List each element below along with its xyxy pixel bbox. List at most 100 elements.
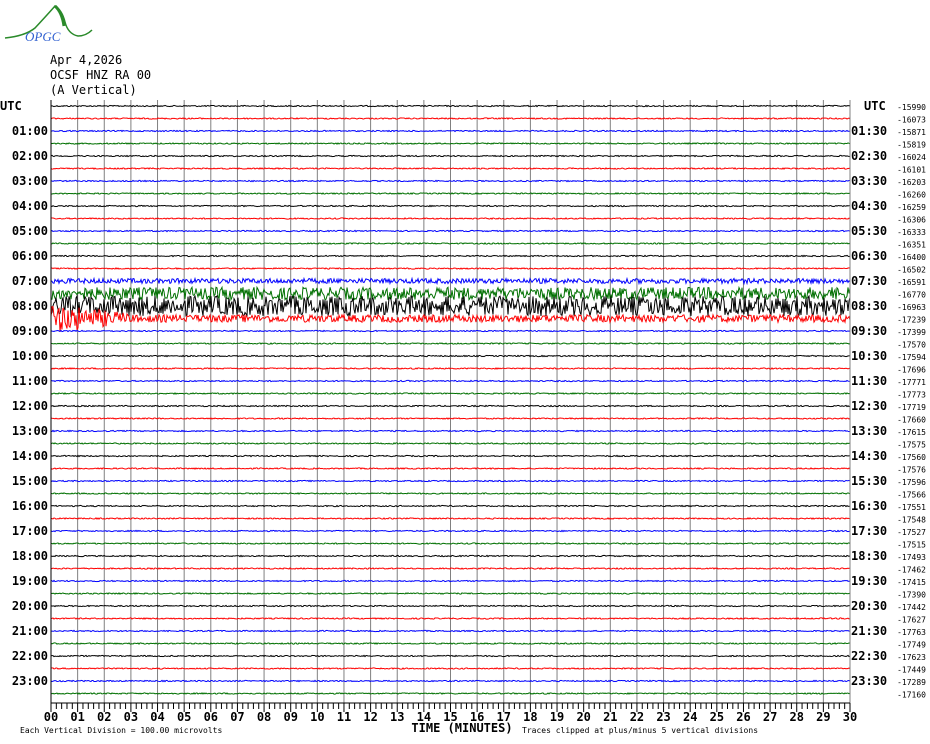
- right-time-label: 07:30: [851, 274, 887, 288]
- row-offset-label: -16073: [897, 116, 926, 125]
- row-offset-label: -17596: [897, 478, 926, 487]
- x-tick-label: 06: [204, 710, 218, 724]
- row-offset-label: -16400: [897, 253, 926, 262]
- left-time-label: 19:00: [12, 574, 48, 588]
- row-offset-label: -17548: [897, 516, 926, 525]
- left-time-label: 23:00: [12, 674, 48, 688]
- right-time-label: 23:30: [851, 674, 887, 688]
- x-tick-label: 22: [630, 710, 644, 724]
- trace-row-34: [50, 529, 851, 533]
- right-time-label: 16:30: [851, 499, 887, 513]
- trace-row-37: [50, 567, 851, 570]
- row-offset-label: -17289: [897, 678, 926, 687]
- row-offset-label: -17449: [897, 666, 926, 675]
- x-tick-label: 07: [230, 710, 244, 724]
- row-offset-label: -16333: [897, 228, 926, 237]
- row-offset-label: -17623: [897, 653, 926, 662]
- x-tick-label: 09: [283, 710, 297, 724]
- x-tick-label: 28: [790, 710, 804, 724]
- row-offset-label: -16024: [897, 153, 926, 162]
- row-offset-label: -17560: [897, 453, 926, 462]
- x-tick-label: 00: [44, 710, 58, 724]
- right-time-label: 06:30: [851, 249, 887, 263]
- right-time-label: 19:30: [851, 574, 887, 588]
- trace-row-5: [50, 167, 851, 170]
- left-time-label: 05:00: [12, 224, 48, 238]
- right-time-label: 04:30: [851, 199, 887, 213]
- x-tick-label: 12: [363, 710, 377, 724]
- x-tick-label: 08: [257, 710, 271, 724]
- right-time-label: 01:30: [851, 124, 887, 138]
- row-offset-label: -17696: [897, 366, 926, 375]
- right-time-label: 05:30: [851, 224, 887, 238]
- trace-row-22: [50, 379, 851, 383]
- row-offset-label: -17763: [897, 628, 926, 637]
- left-time-label: 16:00: [12, 499, 48, 513]
- x-tick-label: 19: [550, 710, 564, 724]
- right-time-label: 12:30: [851, 399, 887, 413]
- left-time-label: UTC: [0, 99, 22, 113]
- right-time-label: 18:30: [851, 549, 887, 563]
- left-time-label: 07:00: [12, 274, 48, 288]
- trace-row-1: [50, 117, 851, 121]
- left-time-label: 13:00: [12, 424, 48, 438]
- row-offset-label: -17239: [897, 316, 926, 325]
- trace-row-44: [50, 654, 851, 658]
- x-tick-label: 10: [310, 710, 324, 724]
- x-tick-label: 24: [683, 710, 697, 724]
- x-tick-label: 03: [124, 710, 138, 724]
- row-offset-label: -16770: [897, 291, 926, 300]
- right-time-label: 02:30: [851, 149, 887, 163]
- row-offset-label: -17575: [897, 441, 926, 450]
- left-time-label: 01:00: [12, 124, 48, 138]
- trace-row-41: [50, 617, 851, 620]
- left-time-label: 03:00: [12, 174, 48, 188]
- row-offset-label: -16259: [897, 203, 926, 212]
- row-offset-label: -17660: [897, 416, 926, 425]
- right-time-label: 14:30: [851, 449, 887, 463]
- trace-row-26: [50, 429, 851, 433]
- row-offset-label: -17576: [897, 466, 926, 475]
- left-time-label: 21:00: [12, 624, 48, 638]
- x-tick-label: 23: [656, 710, 670, 724]
- left-time-label: 17:00: [12, 524, 48, 538]
- x-tick-label: 11: [337, 710, 351, 724]
- x-tick-label: 27: [763, 710, 777, 724]
- x-tick-label: 30: [843, 710, 857, 724]
- x-tick-label: 26: [736, 710, 750, 724]
- row-offset-label: -17399: [897, 328, 926, 337]
- row-offset-label: -17527: [897, 528, 926, 537]
- left-time-label: 20:00: [12, 599, 48, 613]
- row-offset-label: -16591: [897, 278, 926, 287]
- footer-clip-note: Traces clipped at plus/minus 5 vertical …: [522, 726, 758, 735]
- row-offset-label: -16963: [897, 303, 926, 312]
- row-offset-label: -16101: [897, 166, 926, 175]
- right-time-label: UTC: [864, 99, 886, 113]
- trace-row-13: [50, 267, 851, 270]
- right-time-label: 11:30: [851, 374, 887, 388]
- right-time-label: 10:30: [851, 349, 887, 363]
- x-tick-label: 21: [603, 710, 617, 724]
- right-time-label: 15:30: [851, 474, 887, 488]
- row-offset-label: -16351: [897, 241, 926, 250]
- right-time-label: 21:30: [851, 624, 887, 638]
- left-time-label: 22:00: [12, 649, 48, 663]
- left-time-label: 04:00: [12, 199, 48, 213]
- trace-row-46: [50, 679, 851, 683]
- row-offset-label: -17771: [897, 378, 926, 387]
- row-offset-label: -17493: [897, 553, 926, 562]
- left-time-label: 12:00: [12, 399, 48, 413]
- left-time-label: 10:00: [12, 349, 48, 363]
- row-offset-label: -16306: [897, 216, 926, 225]
- left-time-label: 14:00: [12, 449, 48, 463]
- row-offset-label: -15990: [897, 103, 926, 112]
- row-offset-label: -17749: [897, 641, 926, 650]
- row-offset-label: -17390: [897, 591, 926, 600]
- x-tick-label: 25: [710, 710, 724, 724]
- row-offset-label: -17719: [897, 403, 926, 412]
- x-tick-label: 13: [390, 710, 404, 724]
- x-axis-title: TIME (MINUTES): [411, 721, 512, 735]
- row-offset-label: -17627: [897, 616, 926, 625]
- trace-row-6: [50, 179, 850, 183]
- x-tick-label: 02: [97, 710, 111, 724]
